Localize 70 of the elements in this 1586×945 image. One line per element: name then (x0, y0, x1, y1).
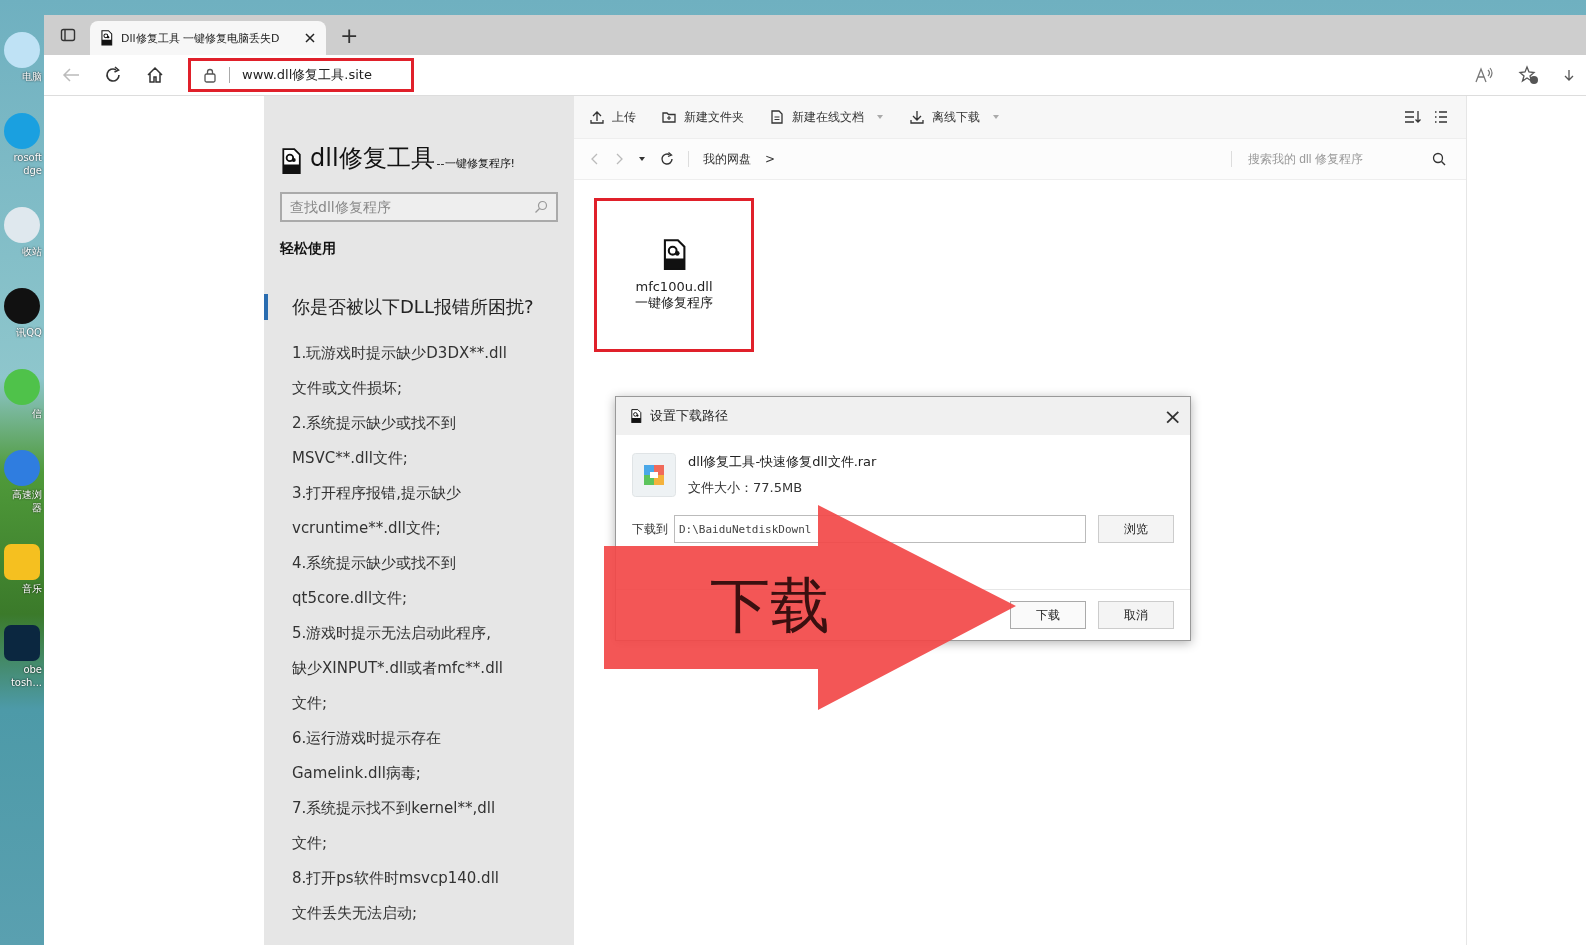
url-text[interactable]: www.dll修复工具.site (242, 66, 372, 84)
tab-title[interactable]: Dll修复工具 一键修复电脑丢失D (121, 30, 296, 46)
search-field[interactable]: 查找dll修复程序 (280, 192, 558, 222)
dll-file-icon (280, 147, 302, 174)
file-name: mfc100u.dll 一键修复程序 (635, 278, 713, 311)
download-icon (910, 110, 924, 124)
file-item[interactable]: mfc100u.dll 一键修复程序 (594, 198, 754, 352)
dll-file-icon (661, 239, 687, 271)
desktop-icon-label[interactable]: 器 (32, 501, 42, 514)
desktop-icon-label[interactable]: 音乐 (22, 582, 42, 595)
dll-file-icon (100, 30, 113, 46)
new-tab-button[interactable]: + (340, 22, 359, 48)
reload-icon[interactable] (104, 66, 122, 84)
folder-plus-icon (662, 110, 676, 124)
browse-button[interactable]: 浏览 (1098, 515, 1174, 543)
list-text: qt5core.dll文件; (292, 588, 409, 609)
favorite-star-icon[interactable] (1518, 65, 1540, 85)
section-label: 轻松使用 (280, 240, 337, 258)
list-text: 文件; (292, 833, 329, 854)
breadcrumb-separator: > (765, 152, 776, 166)
breadcrumb-link[interactable]: 我的网盘 (703, 150, 751, 168)
browser-tab[interactable]: Dll修复工具 一键修复电脑丢失D (90, 21, 326, 55)
desktop-icon-label[interactable]: 高速浏 (12, 488, 42, 501)
upload-icon (590, 110, 604, 124)
list-view-icon[interactable] (1434, 110, 1448, 124)
list-text: 文件丢失无法启动; (292, 903, 419, 924)
lock-icon (203, 67, 217, 83)
toolbar-button[interactable]: 新建在线文档 (770, 108, 864, 126)
read-aloud-icon[interactable] (1474, 66, 1494, 84)
home-icon[interactable] (146, 66, 164, 84)
toolbar-button[interactable]: 上传 (590, 108, 636, 126)
toolbar-button[interactable]: 新建文件夹 (662, 108, 744, 126)
list-text: 文件或文件损坏; (292, 378, 404, 399)
list-text: vcruntime**.dll文件; (292, 518, 442, 539)
list-text: 4.系统提示缺少或找不到 (292, 553, 458, 574)
list-text: 7.系统提示找不到kernel**,dll (292, 798, 497, 819)
close-button[interactable]: × (1163, 403, 1182, 429)
search-icon[interactable] (1432, 152, 1446, 166)
url-field[interactable]: www.dll修复工具.site (188, 58, 414, 92)
caret-icon[interactable] (638, 156, 646, 162)
list-text: 2.系统提示缺少或找不到 (292, 413, 458, 434)
site-subtitle: --一键修复程序! (436, 156, 515, 172)
list-text: Gamelink.dll病毒; (292, 763, 422, 784)
document-icon (770, 110, 784, 124)
download-button[interactable]: 下载 (1010, 601, 1086, 629)
list-text: 6.运行游戏时提示存在 (292, 728, 443, 749)
list-text: 5.游戏时提示无法启动此程序, (292, 623, 493, 644)
list-text: MSVC**.dll文件; (292, 448, 409, 469)
arrow-label: 下载 (710, 570, 830, 640)
close-icon[interactable] (304, 32, 316, 44)
desktop-icon-label[interactable]: tosh... (10, 676, 42, 689)
desktop-icon-label[interactable]: obe (23, 663, 42, 676)
list-text: 文件; (292, 693, 329, 714)
tab-actions-icon[interactable] (60, 27, 76, 43)
dialog-title: 设置下载路径 (650, 407, 728, 425)
list-text: 1.玩游戏时提示缺少D3DX**.dll (292, 343, 508, 364)
site-title: dll修复工具 (310, 143, 435, 174)
file-name: dll修复工具-快速修复dll文件.rar (688, 453, 877, 471)
dll-file-icon (630, 408, 642, 424)
toolbar-button[interactable]: 离线下载 (910, 108, 980, 126)
list-text: 3.打开程序报错,提示缺少 (292, 483, 463, 504)
cancel-button[interactable]: 取消 (1098, 601, 1174, 629)
section-heading: 你是否被以下DLL报错所困扰? (264, 294, 558, 320)
sort-icon[interactable] (1404, 110, 1422, 124)
file-size: 文件大小：77.5MB (688, 479, 804, 497)
refresh-icon[interactable] (660, 152, 674, 166)
field-label: 下载到 (632, 520, 668, 538)
archive-file-icon (632, 453, 676, 497)
list-text: 8.打开ps软件时msvcp140.dll (292, 868, 500, 889)
list-text: 缺少XINPUT*.dll或者mfc**.dll (292, 658, 504, 679)
